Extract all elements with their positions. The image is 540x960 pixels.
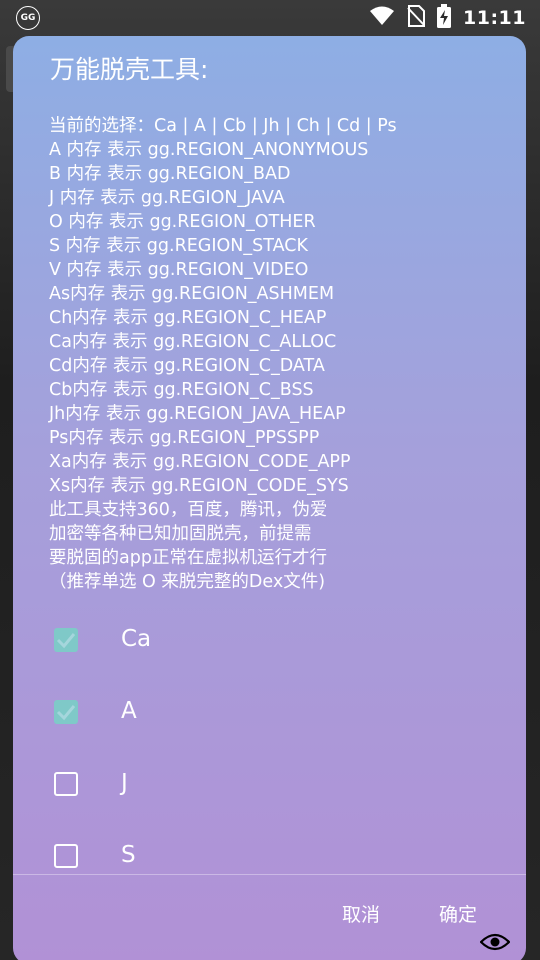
status-icons: 11:11 <box>369 4 526 32</box>
checkbox-row-a[interactable]: A <box>13 678 526 750</box>
checkbox-s[interactable] <box>54 844 78 868</box>
message-line: 加密等各种已知加固脱壳，前提需 <box>49 524 312 544</box>
checkbox-row-j[interactable]: J <box>13 750 526 822</box>
message-line: 此工具支持360，百度，腾讯，伪爱 <box>49 500 328 520</box>
dialog-message: 当前的选择：Ca | A | Cb | Jh | Ch | Cd | Ps A … <box>49 114 489 594</box>
checkbox-row-s[interactable]: S <box>13 822 526 894</box>
eye-icon[interactable] <box>479 932 511 956</box>
message-line: 要脱固的app正常在虚拟机运行才行 <box>49 548 327 568</box>
message-line: J 内存 表示 gg.REGION_JAVA <box>49 188 285 208</box>
checkbox-a[interactable] <box>54 700 78 724</box>
checkbox-label-ca: Ca <box>121 626 152 652</box>
checkbox-label-a: A <box>121 698 137 724</box>
dialog-title: 万能脱壳工具: <box>50 55 209 84</box>
checkbox-ca[interactable] <box>54 628 78 652</box>
checkbox-row-ca[interactable]: Ca <box>13 606 526 678</box>
region-checkbox-list: Ca A J S <box>13 606 526 894</box>
checkbox-label-s: S <box>121 842 136 868</box>
message-line: Ca内存 表示 gg.REGION_C_ALLOC <box>49 332 337 352</box>
message-line: Cb内存 表示 gg.REGION_C_BSS <box>49 380 314 400</box>
checkbox-j[interactable] <box>54 772 78 796</box>
message-line: Ps内存 表示 gg.REGION_PPSSPP <box>49 428 320 448</box>
checkbox-label-j: J <box>121 770 128 796</box>
message-line: S 内存 表示 gg.REGION_STACK <box>49 236 308 256</box>
cancel-button[interactable]: 取消 <box>342 900 380 927</box>
message-line: Xs内存 表示 gg.REGION_CODE_SYS <box>49 476 349 496</box>
message-line: V 内存 表示 gg.REGION_VIDEO <box>49 260 309 280</box>
battery-charging-icon <box>437 4 452 32</box>
message-line: （推荐单选 O 来脱完整的Dex文件) <box>49 572 326 592</box>
message-line: B 内存 表示 gg.REGION_BAD <box>49 164 291 184</box>
button-divider <box>13 874 526 875</box>
no-sim-icon <box>407 5 426 31</box>
message-line: A 内存 表示 gg.REGION_ANONYMOUS <box>49 140 369 160</box>
status-bar: GG 11:11 <box>0 0 540 36</box>
gg-app-icon: GG <box>16 6 40 30</box>
clock: 11:11 <box>463 7 526 29</box>
wifi-icon <box>369 6 395 30</box>
message-line: Jh内存 表示 gg.REGION_JAVA_HEAP <box>49 404 346 424</box>
dialog: 万能脱壳工具: 当前的选择：Ca | A | Cb | Jh | Ch | Cd… <box>13 36 526 960</box>
message-line: 当前的选择：Ca | A | Cb | Jh | Ch | Cd | Ps <box>49 116 397 136</box>
ok-button[interactable]: 确定 <box>439 900 477 927</box>
message-line: As内存 表示 gg.REGION_ASHMEM <box>49 284 335 304</box>
message-line: O 内存 表示 gg.REGION_OTHER <box>49 212 316 232</box>
message-line: Cd内存 表示 gg.REGION_C_DATA <box>49 356 325 376</box>
message-line: Xa内存 表示 gg.REGION_CODE_APP <box>49 452 351 472</box>
message-line: Ch内存 表示 gg.REGION_C_HEAP <box>49 308 327 328</box>
